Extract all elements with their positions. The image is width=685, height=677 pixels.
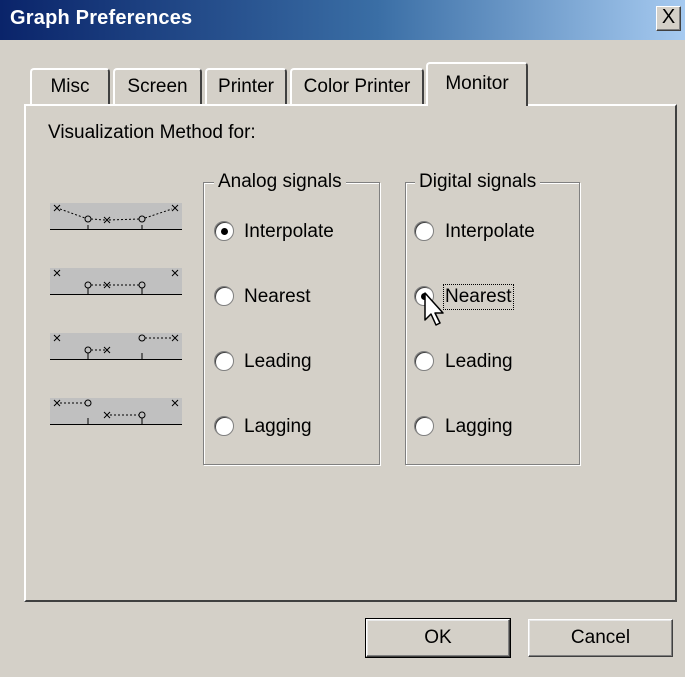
digital-interpolate-radio[interactable] (414, 221, 434, 241)
tab-label: Screen (127, 76, 188, 97)
tab-label: Color Printer (303, 76, 411, 97)
title-bar[interactable]: Graph Preferences X (0, 0, 685, 40)
ok-button[interactable]: OK (365, 618, 511, 658)
digital-lagging-label[interactable]: Lagging (445, 416, 513, 438)
tab-color-printer[interactable]: Color Printer (290, 68, 424, 104)
ok-button-label: OK (424, 627, 452, 648)
nearest-method-icon (50, 268, 182, 295)
tab-label: Monitor (445, 73, 509, 94)
leading-method-icon (50, 333, 182, 360)
analog-nearest-radio[interactable] (214, 286, 234, 306)
analog-lagging-radio[interactable] (214, 416, 234, 436)
analog-interpolate-label[interactable]: Interpolate (244, 221, 334, 243)
tab-printer[interactable]: Printer (205, 68, 287, 104)
window-title: Graph Preferences (10, 7, 193, 29)
digital-lagging-radio[interactable] (414, 416, 434, 436)
analog-nearest-label[interactable]: Nearest (244, 286, 311, 308)
tab-label: Printer (218, 76, 274, 97)
radio-selected-dot (221, 228, 228, 235)
tab-label: Misc (50, 76, 90, 97)
analog-leading-label[interactable]: Leading (244, 351, 312, 373)
analog-leading-radio[interactable] (214, 351, 234, 371)
digital-leading-radio[interactable] (414, 351, 434, 371)
analog-interpolate-radio[interactable] (214, 221, 234, 241)
digital-nearest-label[interactable]: Nearest (443, 284, 514, 310)
digital-signals-title: Digital signals (415, 171, 541, 193)
arrow-pointer-icon (424, 292, 448, 334)
visualization-method-label: Visualization Method for: (48, 122, 256, 143)
interpolate-method-icon (50, 203, 182, 230)
analog-lagging-label[interactable]: Lagging (244, 416, 312, 438)
digital-leading-label[interactable]: Leading (445, 351, 513, 373)
tab-monitor[interactable]: Monitor (426, 62, 528, 106)
analog-signals-title: Analog signals (214, 171, 346, 193)
tab-screen[interactable]: Screen (113, 68, 202, 104)
close-button[interactable]: X (656, 6, 681, 31)
digital-interpolate-label[interactable]: Interpolate (445, 221, 535, 243)
tab-misc[interactable]: Misc (30, 68, 110, 104)
close-icon: X (661, 6, 676, 28)
cancel-button[interactable]: Cancel (528, 619, 673, 657)
lagging-method-icon (50, 398, 182, 425)
cancel-button-label: Cancel (570, 627, 631, 648)
